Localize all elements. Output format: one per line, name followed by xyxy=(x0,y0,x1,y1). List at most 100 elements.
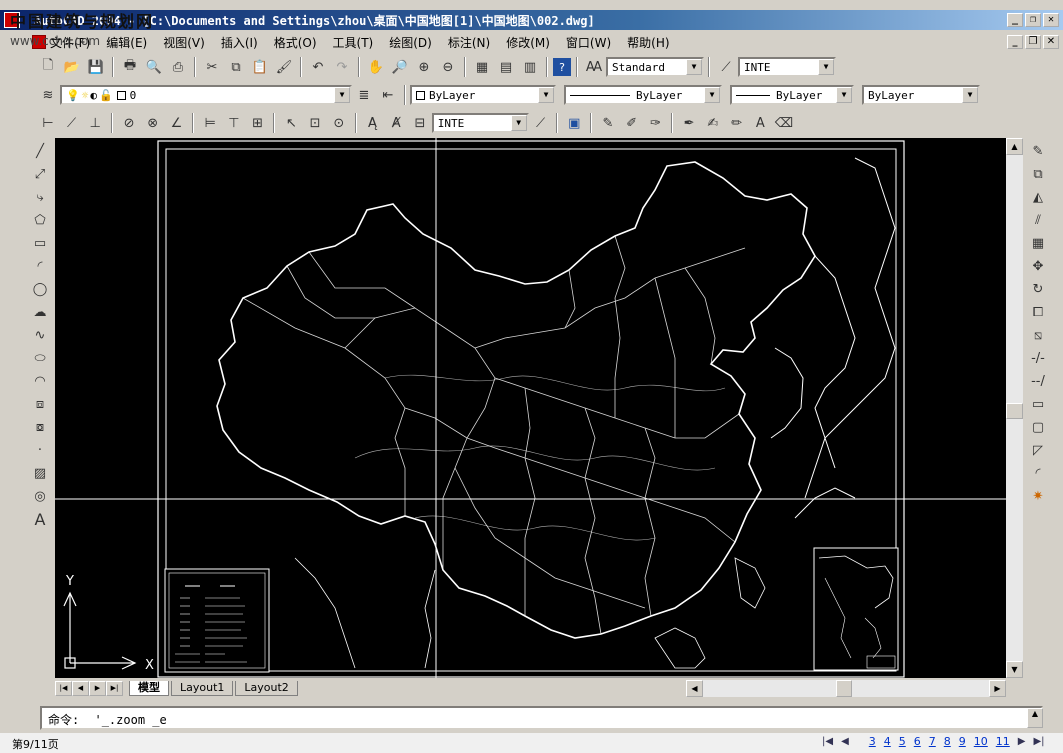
eraser-icon[interactable]: ⌫ xyxy=(773,112,795,134)
menu-tools[interactable]: 工具(T) xyxy=(333,34,374,51)
first-tab-icon[interactable]: |◀ xyxy=(55,681,72,696)
rectangle-icon[interactable]: ▭ xyxy=(29,233,51,254)
layer-previous-icon[interactable]: ⇤ xyxy=(377,84,399,106)
chevron-down-icon[interactable]: ▼ xyxy=(510,115,527,131)
edit-text-icon[interactable]: A xyxy=(749,112,771,134)
next-page-icon[interactable]: ▶ xyxy=(1018,736,1026,747)
text-style-icon[interactable]: Ꜳ xyxy=(583,56,605,78)
quick-dim-icon[interactable]: ⊨ xyxy=(199,112,221,134)
plot-preview-icon[interactable]: 🔍 xyxy=(143,56,165,78)
ellipse-icon[interactable]: ⬭ xyxy=(29,348,51,369)
prev-tab-icon[interactable]: ◀ xyxy=(72,681,89,696)
dim-style-select-2[interactable]: INTE ▼ xyxy=(431,113,529,133)
dim-style-manager-icon[interactable]: ⟋ xyxy=(530,112,552,134)
fillet-icon[interactable]: ◜ xyxy=(1027,463,1049,484)
attribute-sync-icon[interactable]: ✏ xyxy=(726,112,748,134)
extend-icon[interactable]: --/ xyxy=(1027,371,1049,392)
edit-attribute-icon[interactable]: ✒ xyxy=(678,112,700,134)
drawing-canvas[interactable]: Y X xyxy=(55,138,1006,678)
explode-icon[interactable]: ✷ xyxy=(1027,486,1049,507)
arc-icon[interactable]: ◜ xyxy=(29,256,51,277)
dim-style-icon[interactable]: ⟋ xyxy=(715,56,737,78)
radius-dim-icon[interactable]: ⊘ xyxy=(118,112,140,134)
menu-help[interactable]: 帮助(H) xyxy=(627,34,669,51)
restore-button[interactable]: ❐ xyxy=(1025,13,1041,27)
save-icon[interactable]: 💾 xyxy=(85,56,107,78)
make-object-layer-current-icon[interactable]: ≣ xyxy=(353,84,375,106)
join-icon[interactable]: ▢ xyxy=(1027,417,1049,438)
scroll-down-icon[interactable]: ▼ xyxy=(1006,661,1023,678)
doc-restore-button[interactable]: ❐ xyxy=(1025,35,1041,49)
zoom-realtime-icon[interactable]: 🔎 xyxy=(389,56,411,78)
draw-order-icon[interactable]: ▣ xyxy=(563,112,585,134)
aligned-dim-icon[interactable]: ⟋ xyxy=(61,112,83,134)
chevron-down-icon[interactable]: ▼ xyxy=(704,87,720,103)
copy-icon[interactable]: ⧉ xyxy=(225,56,247,78)
dim-edit-icon[interactable]: Ą xyxy=(362,112,384,134)
page-link[interactable]: 11 xyxy=(996,735,1010,748)
edit-spline-icon[interactable]: ✐ xyxy=(621,112,643,134)
chevron-down-icon[interactable]: ▼ xyxy=(818,59,834,75)
menu-window[interactable]: 窗口(W) xyxy=(566,34,611,51)
scale-icon[interactable]: ⧠ xyxy=(1027,302,1049,323)
properties-icon[interactable]: ▦ xyxy=(471,56,493,78)
match-properties-icon[interactable]: 🖌 xyxy=(273,56,295,78)
chevron-down-icon[interactable]: ▼ xyxy=(962,87,978,103)
center-mark-icon[interactable]: ⊙ xyxy=(328,112,350,134)
copy-object-icon[interactable]: ⧉ xyxy=(1027,164,1049,185)
hatch-icon[interactable]: ▨ xyxy=(29,463,51,484)
linetype-select[interactable]: ByLayer ▼ xyxy=(564,85,722,105)
erase-icon[interactable]: ✎ xyxy=(1027,141,1049,162)
scroll-up-icon[interactable]: ▲ xyxy=(1006,138,1023,155)
page-link[interactable]: 7 xyxy=(929,735,936,748)
menu-format[interactable]: 格式(O) xyxy=(274,34,317,51)
scroll-left-icon[interactable]: ◀ xyxy=(686,680,703,697)
construction-line-icon[interactable]: ⤢ xyxy=(29,164,51,185)
edit-polyline-icon[interactable]: ✎ xyxy=(597,112,619,134)
ellipse-arc-icon[interactable]: ◠ xyxy=(29,371,51,392)
array-icon[interactable]: ▦ xyxy=(1027,233,1049,254)
color-select[interactable]: ByLayer ▼ xyxy=(410,85,556,105)
line-icon[interactable]: ╱ xyxy=(29,141,51,162)
help-icon[interactable]: ? xyxy=(553,58,571,76)
menu-edit[interactable]: 编辑(E) xyxy=(106,34,147,51)
design-center-icon[interactable]: ▤ xyxy=(495,56,517,78)
redo-icon[interactable]: ↷ xyxy=(331,56,353,78)
tab-layout2[interactable]: Layout2 xyxy=(235,681,298,696)
text-style-select[interactable]: Standard ▼ xyxy=(606,57,704,77)
command-scroll-icon[interactable]: ▲ xyxy=(1027,708,1043,728)
stretch-icon[interactable]: ⧅ xyxy=(1027,325,1049,346)
vertical-scrollbar[interactable]: ▲ ▼ xyxy=(1006,138,1023,678)
move-icon[interactable]: ✥ xyxy=(1027,256,1049,277)
angular-dim-icon[interactable]: ∠ xyxy=(166,112,188,134)
page-link[interactable]: 4 xyxy=(884,735,891,748)
chevron-down-icon[interactable]: ▼ xyxy=(538,87,554,103)
spline-icon[interactable]: ∿ xyxy=(29,325,51,346)
menu-draw[interactable]: 绘图(D) xyxy=(389,34,432,51)
tab-model[interactable]: 模型 xyxy=(129,681,169,696)
new-file-icon[interactable]: 🗋 xyxy=(37,56,59,78)
next-tab-icon[interactable]: ▶ xyxy=(89,681,106,696)
menu-modify[interactable]: 修改(M) xyxy=(506,34,550,51)
chevron-down-icon[interactable]: ▼ xyxy=(334,87,350,103)
chamfer-icon[interactable]: ◸ xyxy=(1027,440,1049,461)
chevron-down-icon[interactable]: ▼ xyxy=(686,59,702,75)
block-attribute-manager-icon[interactable]: ✍ xyxy=(702,112,724,134)
publish-icon[interactable]: ⎙ xyxy=(167,56,189,78)
revision-cloud-icon[interactable]: ☁ xyxy=(29,302,51,323)
prev-page-icon[interactable]: ◀ xyxy=(841,736,849,747)
page-link[interactable]: 8 xyxy=(944,735,951,748)
leader-icon[interactable]: ↖ xyxy=(280,112,302,134)
minimize-button[interactable]: _ xyxy=(1007,13,1023,27)
tool-palettes-icon[interactable]: ▥ xyxy=(519,56,541,78)
zoom-previous-icon[interactable]: ⊖ xyxy=(437,56,459,78)
trim-icon[interactable]: -/- xyxy=(1027,348,1049,369)
close-button[interactable]: ✕ xyxy=(1043,13,1059,27)
page-link[interactable]: 9 xyxy=(959,735,966,748)
open-file-icon[interactable]: 📂 xyxy=(61,56,83,78)
print-icon[interactable]: 🖶 xyxy=(119,56,141,78)
command-line[interactable]: 命令: '_.zoom _e xyxy=(40,706,1043,730)
diameter-dim-icon[interactable]: ⊗ xyxy=(142,112,164,134)
offset-icon[interactable]: ⫽ xyxy=(1027,210,1049,231)
rotate-icon[interactable]: ↻ xyxy=(1027,279,1049,300)
